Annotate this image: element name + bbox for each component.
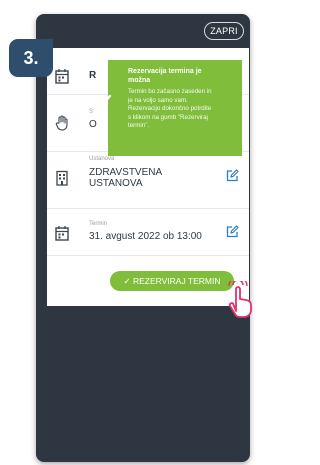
edit-icon[interactable] [226, 225, 239, 238]
reserve-appointment-button[interactable]: ✓ REZERVIRAJ TERMIN [110, 271, 234, 291]
toast-body-line: Rezervacijo dokončno potrdite [128, 105, 212, 113]
row-appointment-label: Termin [89, 221, 108, 227]
hand-icon [55, 115, 68, 131]
toast-body-line: Termin bo začasno zaseden in [128, 88, 212, 95]
calendar-icon [55, 69, 69, 84]
toast-title: Rezervacija termina je možna [128, 67, 236, 85]
row-appointment-value: 31. avgust 2022 ob 13:00 [89, 231, 202, 242]
toast-title-line: možna [128, 77, 151, 84]
tap-hand-icon [228, 281, 252, 318]
calendar-icon [55, 226, 69, 241]
row-institution-value-line1: ZDRAVSTVENA [89, 167, 163, 178]
row-specialty-value: O [89, 119, 97, 130]
row-appointment: Termin 31. avgust 2022 ob 13:00 [47, 209, 249, 265]
row-service-value: R [89, 70, 97, 81]
row-institution: Ustanova ZDRAVSTVENA USTANOVA [47, 152, 249, 208]
row-specialty-label: S [89, 109, 94, 115]
close-button[interactable]: ZAPRI [204, 22, 244, 40]
step-badge: 3. [9, 39, 53, 77]
divider [47, 255, 249, 256]
toast-body-line: je na voljo samo vam. [128, 96, 188, 104]
toast-body-line: s klikom na gumb "Rezerviraj [128, 113, 208, 121]
reservation-toast: Rezervacija termina je možna Termin bo z… [94, 60, 242, 156]
check-icon [94, 94, 112, 108]
edit-icon[interactable] [226, 169, 239, 182]
toast-title-line: Rezervacija termina je [128, 68, 202, 75]
building-icon [56, 170, 68, 186]
row-institution-label: Ustanova [89, 156, 115, 162]
toast-body-line: termin". [128, 122, 150, 130]
toast-body: Termin bo začasno zaseden in je na voljo… [128, 88, 236, 131]
row-institution-value-line2: USTANOVA [89, 178, 143, 189]
